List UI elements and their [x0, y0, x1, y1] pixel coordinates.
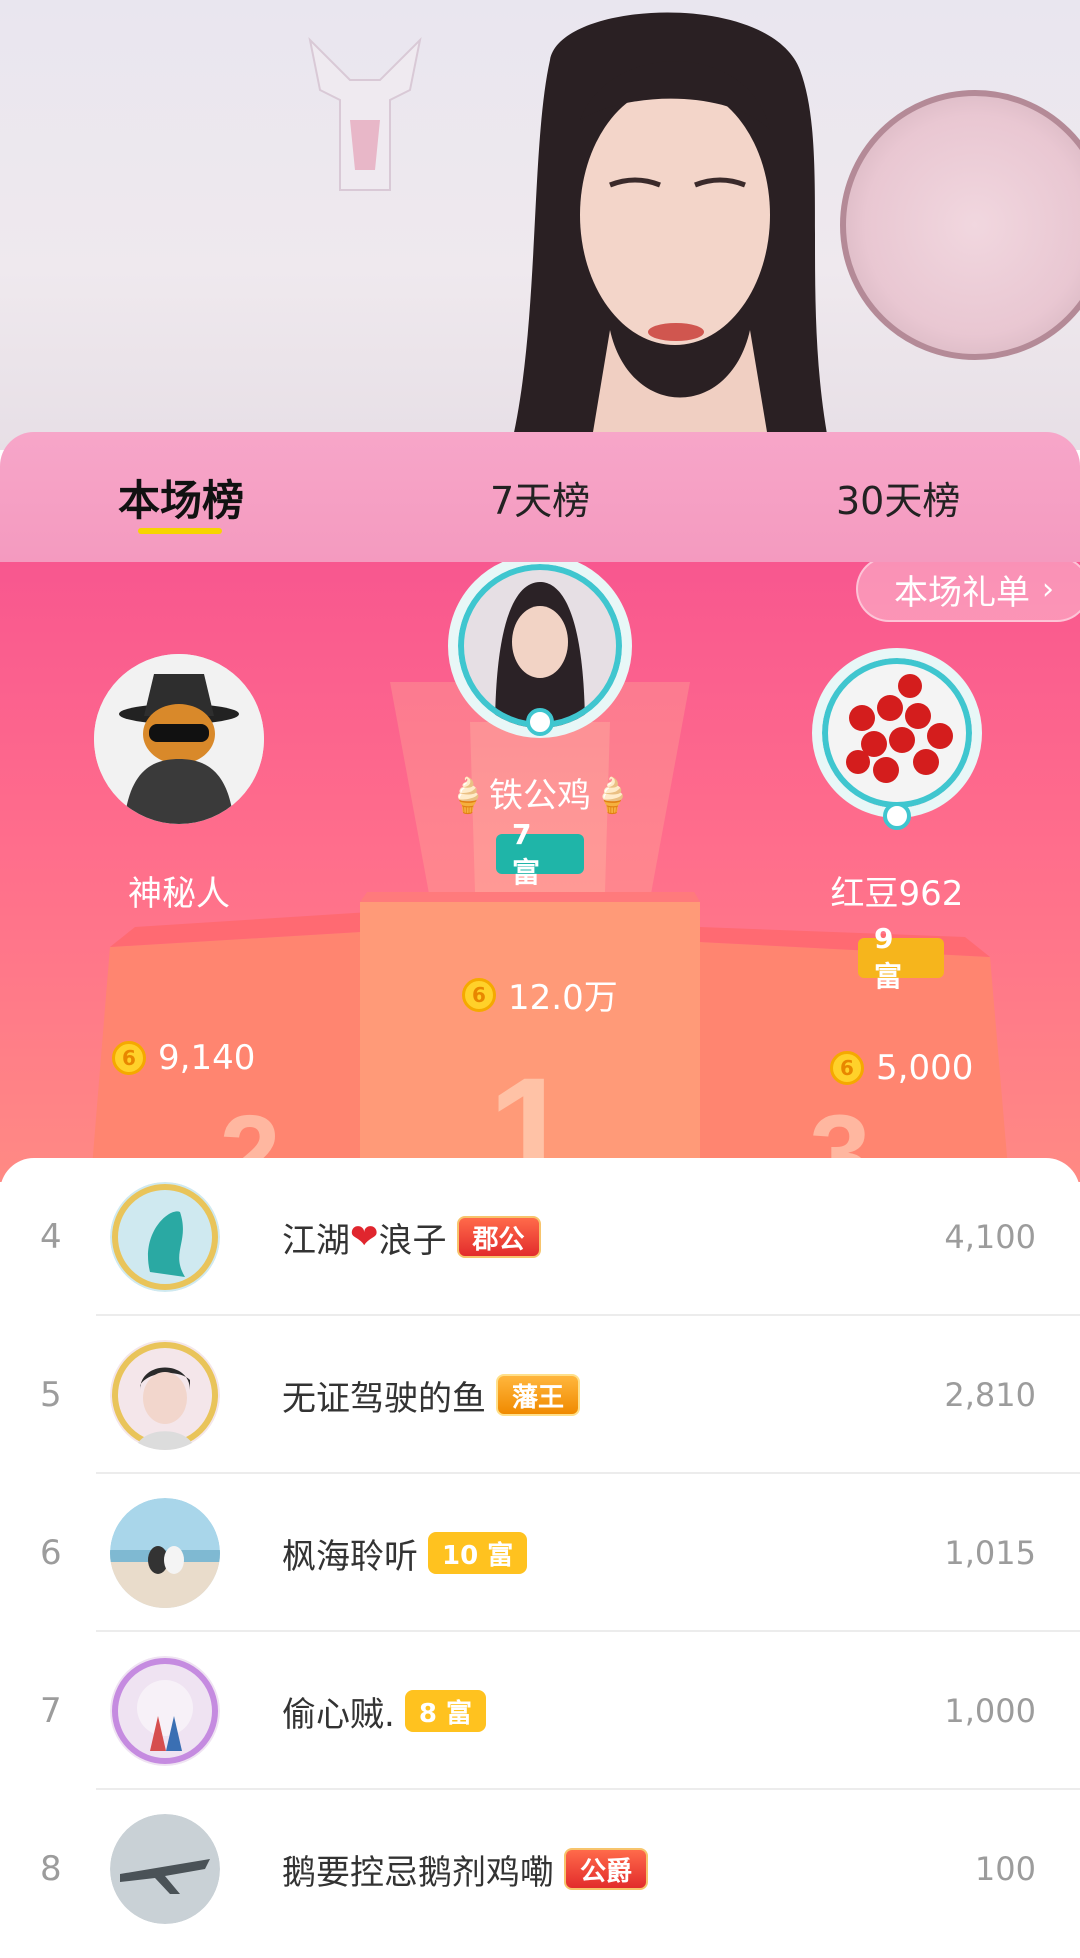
rank-3-level-badge: 9 富	[858, 922, 944, 993]
tab-this-session[interactable]: 本场榜	[0, 432, 360, 562]
rank-3-score-value: 5,000	[876, 1048, 974, 1088]
avatar[interactable]	[110, 1182, 220, 1292]
chevron-right-icon: ›	[1042, 571, 1054, 607]
rank-1-score: 6 12.0万	[462, 970, 618, 1019]
avatar[interactable]	[110, 1498, 220, 1608]
avatar-image	[110, 1340, 220, 1450]
score-value: 2,810	[944, 1376, 1036, 1414]
list-item[interactable]: 8 鹅要控忌鹅剂鸡嘞 公爵 100	[0, 1790, 1080, 1948]
user-name: 枫海聆听 10 富	[282, 1474, 528, 1632]
rank-1-score-value: 12.0万	[508, 978, 618, 1018]
score-value: 100	[974, 1850, 1036, 1888]
user-name-part: 无证驾驶的鱼	[282, 1378, 486, 1419]
ice-cream-icon: 🍦	[591, 776, 634, 816]
rank-1-name: 铁公鸡	[489, 776, 591, 816]
noble-title-badge: 郡公	[456, 1216, 541, 1258]
rank-1-name-row: 🍦铁公鸡🍦	[440, 768, 640, 817]
avatar-image	[110, 1182, 220, 1292]
user-name-part: 浪子	[378, 1220, 447, 1261]
wall-deer-head-decoration	[308, 36, 422, 191]
tab-30-days[interactable]: 30天榜	[720, 432, 1080, 562]
rank-number: 6	[40, 1533, 62, 1573]
streamer-video	[510, 12, 830, 450]
rank-2-name: 神秘人	[128, 874, 230, 914]
heart-icon: ❤	[350, 1217, 379, 1257]
avatar-image	[110, 1498, 220, 1608]
rank-3-score: 6 5,000	[830, 1048, 973, 1088]
ranking-list: 4 江湖 ❤ 浪子 郡公 4,100 5 无证驾驶的鱼 藩王 2,810 6 枫…	[0, 1158, 1080, 1958]
rank-number: 4	[40, 1217, 62, 1257]
ice-cream-icon: 🍦	[446, 776, 489, 816]
leaderboard-tabs: 本场榜 7天榜 30天榜	[0, 432, 1080, 562]
user-name-part: 偷心贼.	[282, 1694, 395, 1735]
live-video-feed[interactable]	[0, 0, 1080, 450]
score-value: 4,100	[944, 1218, 1036, 1256]
avatar[interactable]	[110, 1340, 220, 1450]
rank-number: 8	[40, 1849, 62, 1889]
gift-list-label: 本场礼单	[894, 572, 1030, 613]
avatar[interactable]	[110, 1814, 220, 1924]
user-name-part: 枫海聆听	[282, 1536, 418, 1577]
score-value: 1,015	[944, 1534, 1036, 1572]
noble-title-badge: 公爵	[564, 1848, 649, 1890]
rank-2-score-value: 9,140	[158, 1038, 256, 1078]
rank-3-avatar-frame	[812, 648, 982, 818]
rank-2-score: 6 9,140	[112, 1038, 255, 1078]
rank-number: 7	[40, 1691, 62, 1731]
score-value: 1,000	[944, 1692, 1036, 1730]
wealth-level-badge: 10 富	[428, 1532, 528, 1574]
user-name: 无证驾驶的鱼 藩王	[282, 1316, 581, 1474]
coin-icon: 6	[112, 1041, 146, 1075]
user-name-part: 江湖	[282, 1220, 350, 1261]
mystery-person-icon	[94, 654, 264, 824]
rank-3-name: 红豆962	[830, 874, 964, 914]
gift-list-button[interactable]: 本场礼单 ›	[856, 562, 1080, 622]
user-name: 偷心贼. 8 富	[282, 1632, 486, 1790]
list-item[interactable]: 5 无证驾驶的鱼 藩王 2,810	[0, 1316, 1080, 1474]
user-name: 江湖 ❤ 浪子 郡公	[282, 1158, 541, 1316]
coin-icon: 6	[830, 1051, 864, 1085]
rank-2-avatar[interactable]	[94, 654, 264, 824]
avatar-image	[110, 1656, 220, 1766]
coin-icon: 6	[462, 977, 496, 1012]
avatar-image	[110, 1814, 220, 1924]
wealth-level-badge: 8 富	[404, 1690, 486, 1732]
rank-number: 5	[40, 1375, 62, 1415]
user-name: 鹅要控忌鹅剂鸡嘞 公爵	[282, 1790, 649, 1948]
rank-1-level-badge: 7 富	[496, 818, 584, 889]
frame-gem-icon	[883, 802, 911, 830]
tab-7-days[interactable]: 7天榜	[360, 432, 720, 562]
frame-gem-icon	[526, 708, 554, 736]
list-item[interactable]: 4 江湖 ❤ 浪子 郡公 4,100	[0, 1158, 1080, 1316]
list-item[interactable]: 6 枫海聆听 10 富 1,015	[0, 1474, 1080, 1632]
avatar[interactable]	[110, 1656, 220, 1766]
user-name-part: 鹅要控忌鹅剂鸡嘞	[282, 1852, 554, 1893]
list-item[interactable]: 7 偷心贼. 8 富 1,000	[0, 1632, 1080, 1790]
noble-title-badge: 藩王	[496, 1374, 581, 1416]
top-three-podium: 本场礼单 › 1 2 3 🍦铁公鸡🍦 7 富 6 12.0万 神秘人 6 9,1…	[0, 562, 1080, 1182]
